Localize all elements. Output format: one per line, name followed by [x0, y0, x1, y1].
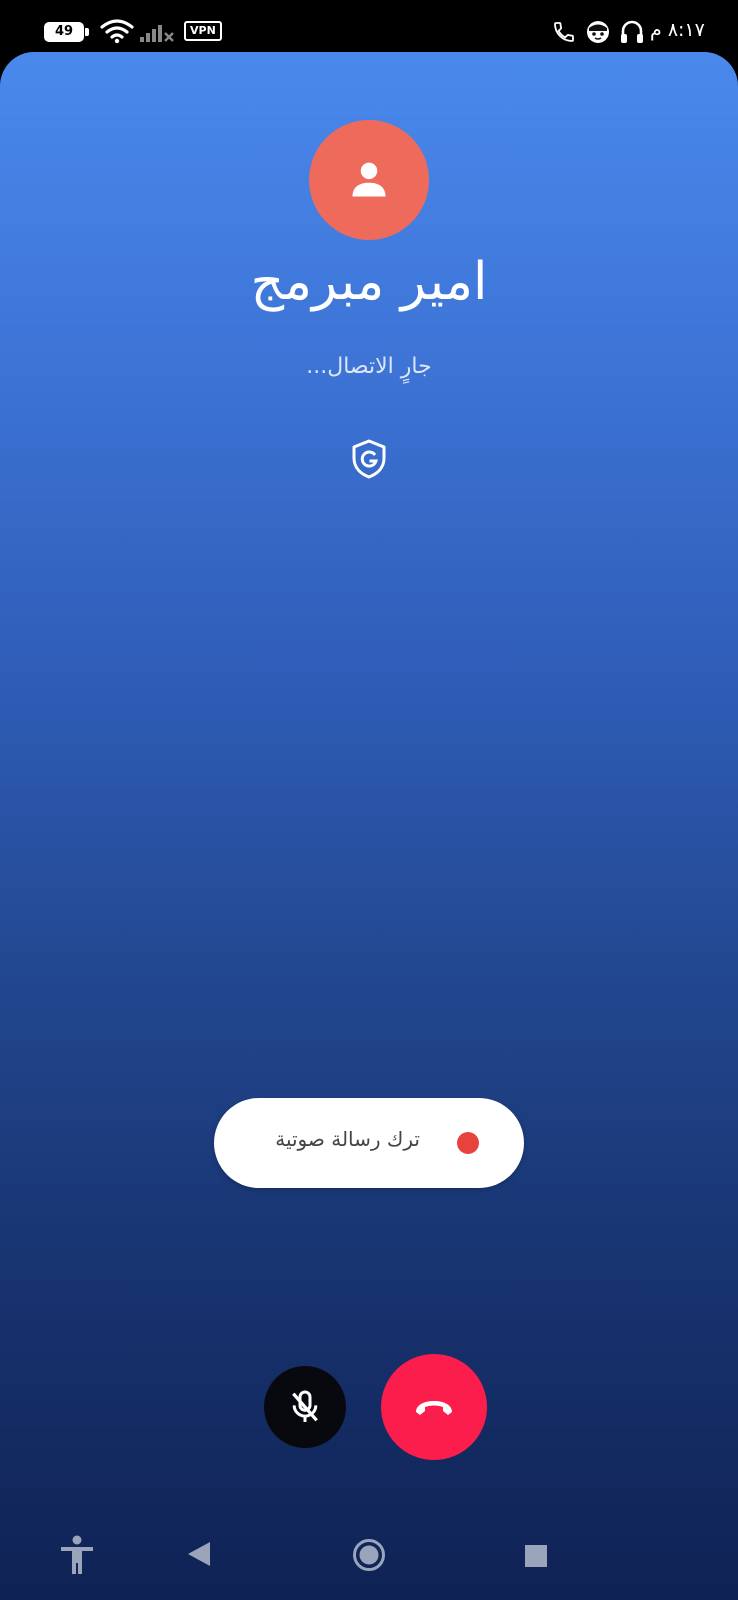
- call-panel: امير مبرمج جارٍ الاتصال... ترك رسالة صوت…: [0, 52, 738, 1600]
- call-status: جارٍ الاتصال...: [306, 354, 432, 379]
- face-icon: [587, 21, 609, 43]
- recents-icon[interactable]: [524, 1544, 548, 1568]
- voicemail-label: ترك رسالة صوتية: [275, 1127, 420, 1151]
- wifi-icon: [100, 19, 134, 44]
- caller-avatar: [309, 120, 429, 240]
- mic-off-icon: [292, 1390, 318, 1422]
- hang-up-button[interactable]: [381, 1354, 487, 1460]
- leave-voicemail-button[interactable]: ترك رسالة صوتية: [214, 1098, 524, 1188]
- back-icon[interactable]: [186, 1540, 212, 1568]
- google-shield-icon: [352, 439, 386, 479]
- battery-icon: 49: [44, 22, 84, 42]
- accessibility-icon[interactable]: [58, 1534, 96, 1576]
- call-end-icon: [416, 1401, 452, 1415]
- phone-call-icon: [554, 22, 574, 42]
- signal-icon: [140, 25, 174, 42]
- clock: ٨:١٧ م: [650, 19, 705, 41]
- battery-level: 49: [54, 24, 74, 39]
- battery-tip: [85, 28, 89, 36]
- status-bar: 49 VPN ٨:١٧ م: [0, 0, 738, 52]
- headset-icon: [621, 20, 643, 43]
- home-icon[interactable]: [352, 1538, 386, 1572]
- caller-name: امير مبرمج: [250, 252, 488, 312]
- phone-screen: 49 VPN ٨:١٧ م امير مبرمج جارٍ الاتصال...…: [0, 0, 738, 1600]
- vpn-badge: VPN: [184, 21, 222, 41]
- person-icon: [352, 162, 386, 197]
- record-dot-icon: [457, 1132, 479, 1154]
- mute-button[interactable]: [264, 1366, 346, 1448]
